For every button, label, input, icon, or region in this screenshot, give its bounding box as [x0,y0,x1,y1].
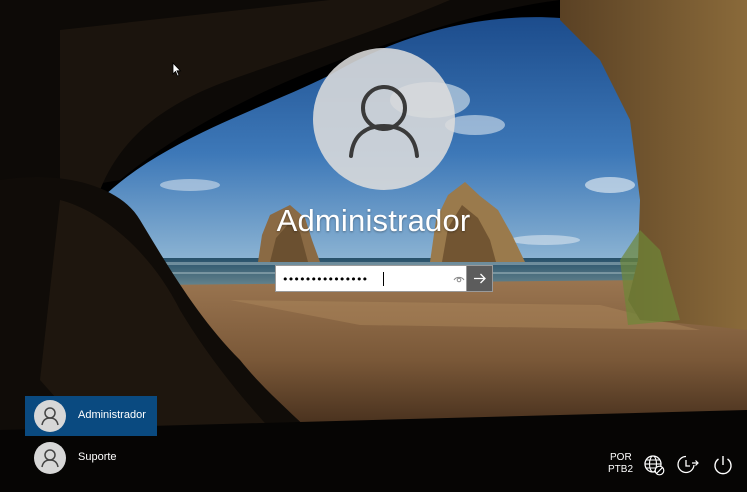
user-avatar-icon [349,85,419,158]
login-username: Administrador [276,203,471,238]
user-item-suporte[interactable]: Suporte [25,438,157,478]
user-item-label: Suporte [78,451,117,463]
user-list: Administrador Suporte [25,396,157,480]
submit-button[interactable] [466,266,492,291]
mouse-pointer-icon [172,62,182,77]
language-line2: PTB2 [608,464,634,475]
user-item-label: Administrador [78,409,146,421]
user-icon [41,407,59,426]
eye-icon[interactable] [452,272,466,286]
user-item-avatar [34,400,66,432]
text-caret [383,272,384,286]
user-item-avatar [34,442,66,474]
language-line1: POR [610,452,632,463]
user-avatar [313,48,455,190]
arrow-right-icon [474,273,486,284]
power-icon[interactable] [712,454,734,476]
language-indicator[interactable]: POR PTB2 [608,452,636,476]
password-field[interactable] [275,265,493,292]
network-globe-icon[interactable] [643,454,665,476]
user-icon [41,449,59,468]
password-input[interactable] [282,270,442,288]
user-item-administrador[interactable]: Administrador [25,396,157,436]
ease-of-access-icon[interactable] [676,454,700,476]
